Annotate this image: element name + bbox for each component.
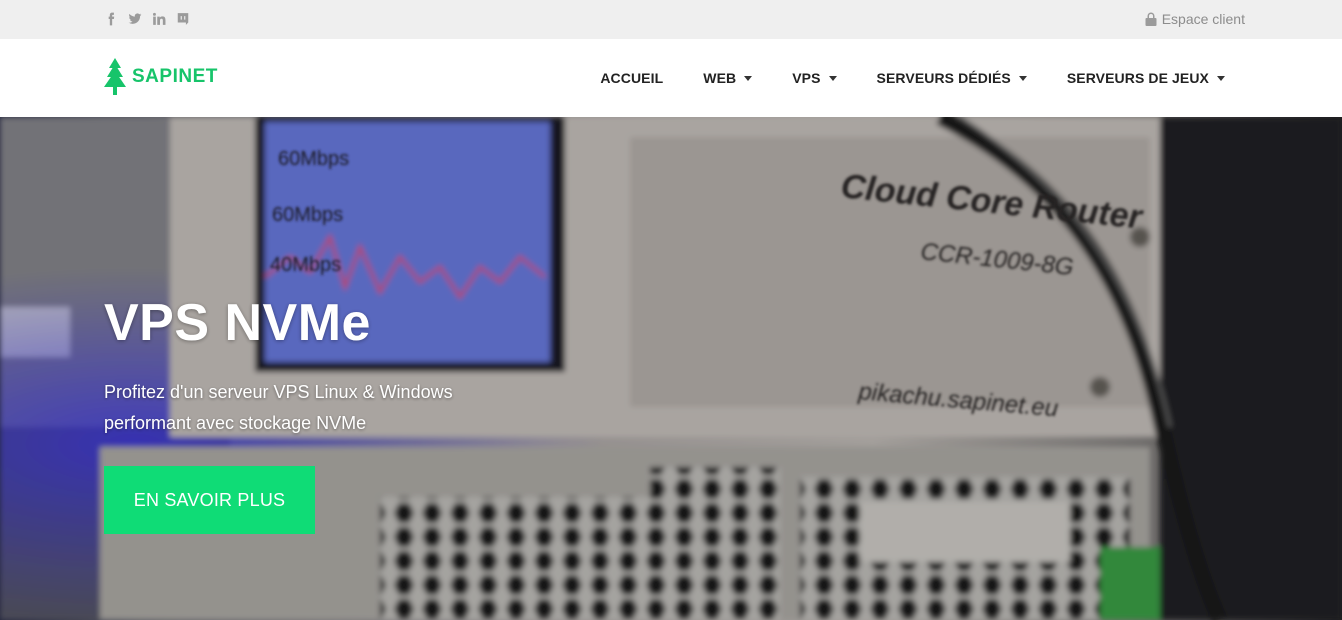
social-links — [104, 11, 190, 27]
learn-more-button[interactable]: EN SAVOIR PLUS — [104, 466, 315, 534]
main-navbar: SAPINET ACCUEIL WEB VPS SERVEURS DÉDIÉS … — [0, 39, 1342, 117]
hero-subtitle: Profitez d'un serveur VPS Linux & Window… — [104, 382, 453, 433]
nav-label: VPS — [792, 70, 821, 86]
nav-item-web[interactable]: WEB — [703, 70, 753, 86]
hero-title: VPS NVMe — [104, 294, 371, 352]
caret-down-icon — [1217, 75, 1225, 81]
client-area-link[interactable]: Espace client — [1145, 11, 1245, 27]
twitter-icon[interactable] — [128, 11, 142, 27]
nav-item-serveurs-dedies[interactable]: SERVEURS DÉDIÉS — [877, 70, 1027, 86]
facebook-icon[interactable] — [104, 11, 118, 27]
nav-label: ACCUEIL — [600, 70, 664, 86]
lock-icon — [1145, 12, 1157, 26]
caret-down-icon — [828, 75, 837, 81]
nav-item-vps[interactable]: VPS — [792, 70, 837, 86]
nav-item-accueil[interactable]: ACCUEIL — [600, 70, 663, 86]
hero-banner: 60Mbps 60Mbps 40Mbps Cloud Core Router C… — [0, 117, 1342, 620]
caret-down-icon — [744, 75, 753, 81]
linkedin-icon[interactable] — [152, 11, 166, 27]
caret-down-icon — [1018, 75, 1027, 81]
discord-icon[interactable] — [176, 11, 190, 27]
pine-tree-icon — [104, 58, 126, 95]
nav-item-serveurs-de-jeux[interactable]: SERVEURS DE JEUX — [1067, 70, 1225, 86]
top-bar: Espace client — [0, 0, 1342, 39]
nav-label: WEB — [703, 70, 737, 86]
client-link-label: Espace client — [1161, 11, 1245, 27]
nav-label: SERVEURS DÉDIÉS — [876, 70, 1011, 86]
brand-name: SAPINET — [132, 66, 218, 87]
nav-label: SERVEURS DE JEUX — [1066, 70, 1209, 86]
main-menu: ACCUEIL WEB VPS SERVEURS DÉDIÉS SERVEURS… — [600, 39, 1225, 117]
hero-content: VPS NVMe Profitez d'un serveur VPS Linux… — [104, 291, 624, 534]
brand-logo[interactable]: SAPINET — [104, 58, 218, 96]
